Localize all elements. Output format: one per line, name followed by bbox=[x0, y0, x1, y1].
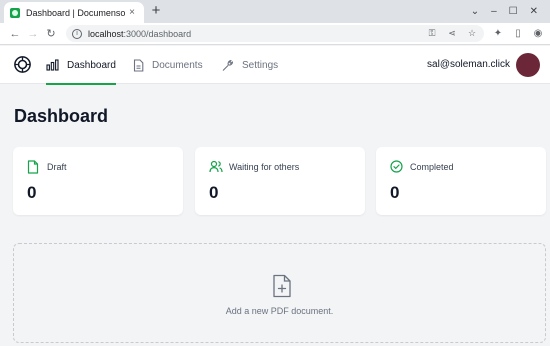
wrench-icon bbox=[222, 59, 234, 71]
stat-card-completed[interactable]: Completed 0 bbox=[376, 147, 546, 215]
nav-documents[interactable]: Documents bbox=[133, 46, 203, 84]
url-host: localhost bbox=[88, 28, 124, 39]
address-bar[interactable]: i localhost:3000/dashboard ⚿ ⋖ ☆ bbox=[66, 25, 484, 42]
nav-settings[interactable]: Settings bbox=[221, 46, 278, 84]
key-icon[interactable]: ⚿ bbox=[426, 28, 438, 39]
stat-card-draft[interactable]: Draft 0 bbox=[13, 147, 183, 215]
bar-chart-icon bbox=[46, 59, 59, 71]
nav-dashboard[interactable]: Dashboard bbox=[46, 46, 116, 85]
stat-count: 0 bbox=[209, 183, 219, 202]
stat-label: Waiting for others bbox=[229, 162, 300, 172]
minimize-button[interactable]: – bbox=[491, 6, 497, 17]
browser-tabstrip: Dashboard | Documenso × + ⌄ – ☐ ✕ bbox=[0, 0, 550, 23]
check-circle-icon bbox=[390, 160, 403, 173]
tab-search-icon[interactable]: ⌄ bbox=[471, 6, 479, 17]
new-tab-button[interactable]: + bbox=[148, 3, 164, 19]
close-tab-icon[interactable]: × bbox=[126, 7, 138, 18]
upload-dropzone-text: Add a new PDF document. bbox=[225, 306, 334, 316]
back-icon[interactable]: ← bbox=[6, 25, 24, 43]
nav-settings-label: Settings bbox=[242, 59, 279, 71]
user-avatar[interactable] bbox=[516, 53, 540, 77]
stat-count: 0 bbox=[390, 183, 400, 202]
document-icon bbox=[133, 58, 144, 72]
stat-label: Completed bbox=[410, 162, 454, 172]
nav-documents-label: Documents bbox=[152, 59, 203, 71]
extensions-puzzle-icon[interactable]: ✦ bbox=[492, 28, 504, 39]
file-icon bbox=[27, 160, 39, 174]
bookmark-star-icon[interactable]: ☆ bbox=[466, 28, 478, 39]
window-controls: ⌄ – ☐ ✕ bbox=[471, 0, 550, 23]
profile-icon[interactable]: ◉ bbox=[532, 28, 544, 39]
site-info-icon[interactable]: i bbox=[72, 28, 82, 39]
stat-card-waiting[interactable]: Waiting for others 0 bbox=[195, 147, 365, 215]
stat-count: 0 bbox=[27, 183, 37, 202]
stat-label: Draft bbox=[47, 162, 67, 172]
share-icon[interactable]: ⋖ bbox=[446, 28, 458, 39]
documenso-logo-icon[interactable] bbox=[13, 55, 32, 74]
user-email: sal@soleman.click bbox=[427, 59, 510, 70]
browser-tab-title: Dashboard | Documenso bbox=[26, 7, 126, 18]
file-plus-icon bbox=[273, 274, 291, 298]
users-icon bbox=[209, 160, 223, 173]
url-path: :3000/dashboard bbox=[123, 28, 192, 39]
documenso-favicon-icon bbox=[10, 7, 20, 18]
page-title: Dashboard bbox=[14, 106, 109, 126]
browser-toolbar: ← → ↻ i localhost:3000/dashboard ⚿ ⋖ ☆ ✦… bbox=[0, 23, 550, 45]
browser-tab[interactable]: Dashboard | Documenso × bbox=[4, 2, 144, 23]
maximize-button[interactable]: ☐ bbox=[509, 6, 518, 17]
nav-dashboard-label: Dashboard bbox=[67, 59, 116, 71]
reload-icon[interactable]: ↻ bbox=[42, 25, 60, 43]
forward-icon[interactable]: → bbox=[24, 25, 42, 43]
upload-dropzone[interactable]: Add a new PDF document. bbox=[13, 243, 546, 343]
side-panel-icon[interactable]: ▯ bbox=[512, 28, 524, 39]
close-window-button[interactable]: ✕ bbox=[530, 6, 538, 17]
app-header: Dashboard Documents Settings sal@soleman… bbox=[0, 46, 550, 85]
